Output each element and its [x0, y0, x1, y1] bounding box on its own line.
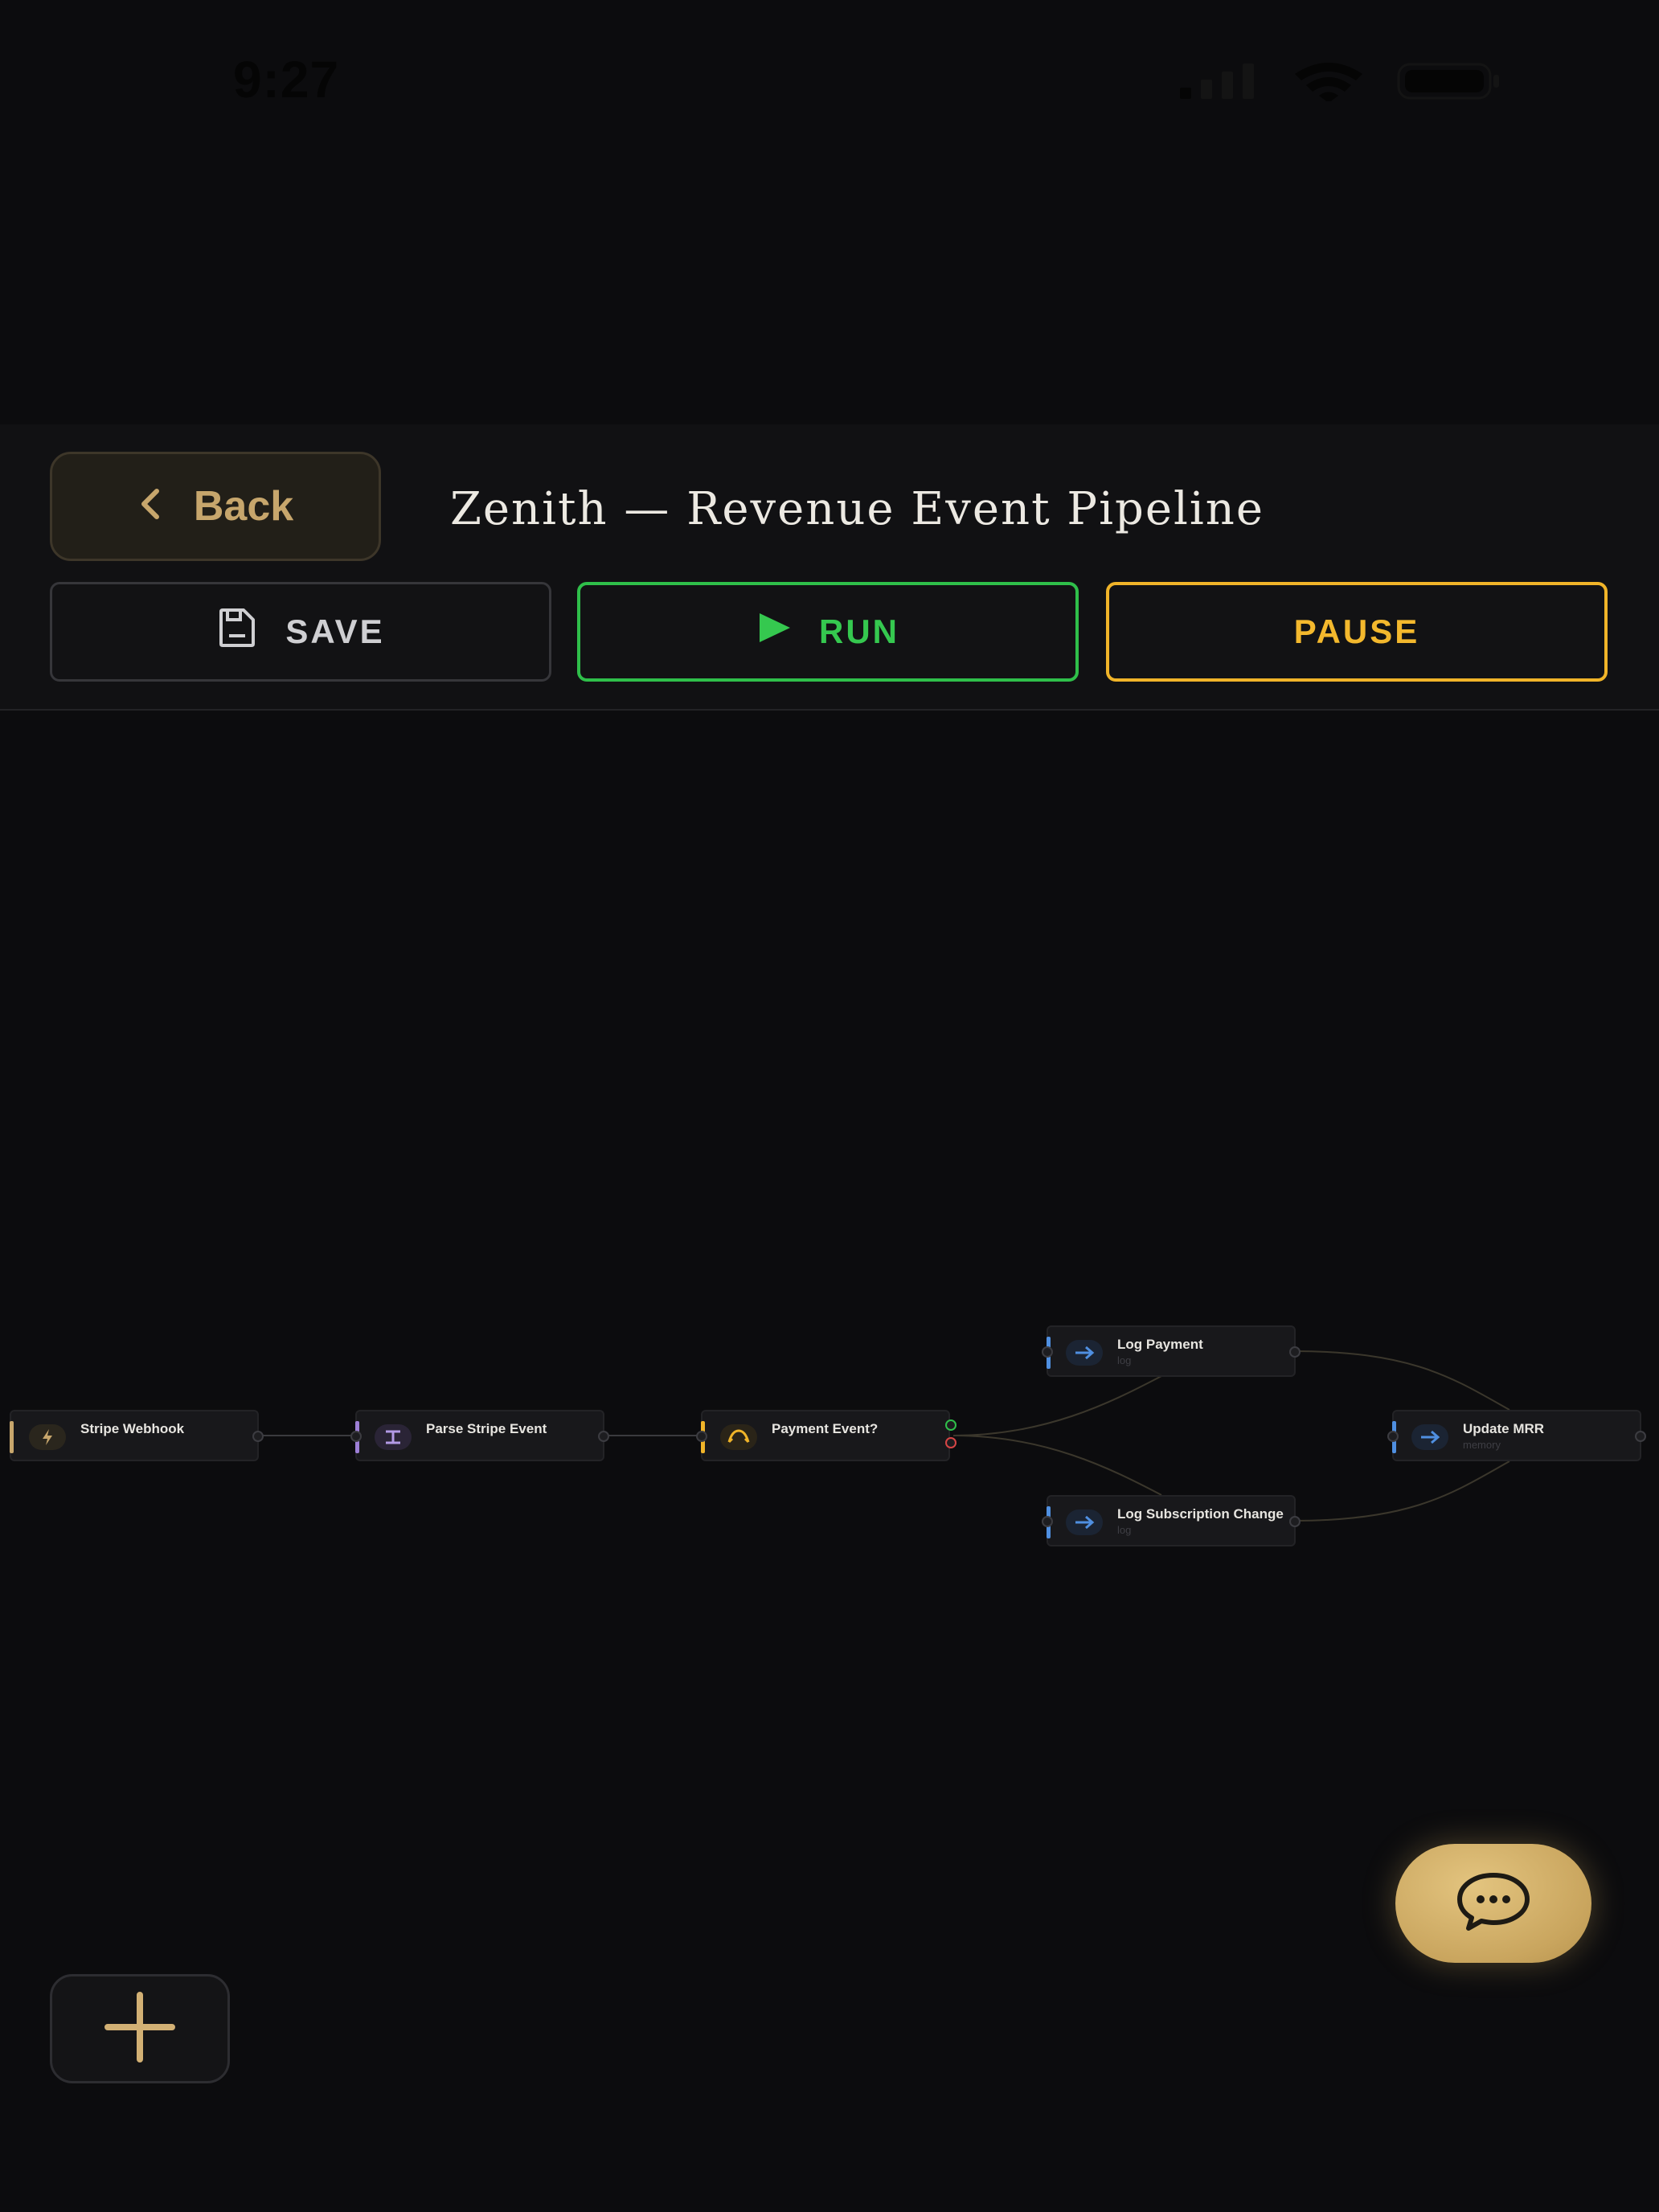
- node-label: Parse Stripe Event: [426, 1421, 547, 1436]
- page-title: Zenith — Revenue Event Pipeline: [450, 483, 1264, 535]
- status-icons: [1180, 61, 1501, 105]
- pause-button[interactable]: PAUSE: [1106, 582, 1608, 682]
- node-parse-stripe-event[interactable]: Parse Stripe Event: [350, 1410, 609, 1461]
- parse-icon: [375, 1424, 412, 1450]
- workflow-canvas[interactable]: Stripe Webhook Parse Stripe Event Paymen…: [0, 712, 1659, 2212]
- arrow-right-icon: [1066, 1340, 1103, 1366]
- input-port[interactable]: [696, 1431, 707, 1442]
- app-screen: 9:27 Back Zenith — Revenue Event Pipelin…: [0, 0, 1659, 2212]
- input-port[interactable]: [1387, 1431, 1399, 1442]
- arrow-right-icon: [1066, 1509, 1103, 1535]
- node-type: log: [1117, 1354, 1132, 1366]
- edge-log-payment-to-mrr: [1293, 1350, 1510, 1411]
- save-file-icon: [216, 607, 258, 657]
- wifi-icon: [1292, 61, 1365, 105]
- edge-log-subscription-to-mrr: [1293, 1460, 1510, 1522]
- plus-icon: [101, 1989, 178, 2070]
- output-port[interactable]: [1289, 1346, 1301, 1358]
- edge-condition-to-log-payment: [952, 1375, 1162, 1436]
- chat-bubble-icon: [1455, 1870, 1532, 1937]
- node-label: Stripe Webhook: [80, 1421, 185, 1436]
- workflow-header: Back Zenith — Revenue Event Pipeline SAV…: [0, 424, 1659, 711]
- input-port[interactable]: [1042, 1516, 1053, 1527]
- play-icon: [756, 612, 792, 652]
- output-port[interactable]: [1289, 1516, 1301, 1527]
- node-label: Payment Event?: [772, 1421, 879, 1436]
- node-label: Log Subscription Change: [1117, 1506, 1284, 1522]
- node-label: Log Payment: [1117, 1337, 1203, 1352]
- node-log-subscription-change[interactable]: Log Subscription Change log: [1042, 1495, 1301, 1546]
- node-update-mrr[interactable]: Update MRR memory: [1387, 1410, 1646, 1461]
- false-output-port[interactable]: [945, 1437, 956, 1448]
- output-port[interactable]: [1635, 1431, 1646, 1442]
- node-payment-event-condition[interactable]: Payment Event?: [696, 1410, 956, 1461]
- node-log-payment[interactable]: Log Payment log: [1042, 1325, 1301, 1377]
- branch-icon: [720, 1424, 757, 1450]
- add-node-button[interactable]: [50, 1974, 230, 2083]
- arrow-right-icon: [1411, 1424, 1448, 1450]
- save-label: SAVE: [285, 612, 385, 650]
- save-button[interactable]: SAVE: [50, 582, 551, 682]
- node-accent-bar: [10, 1421, 14, 1453]
- chevron-left-icon: [137, 482, 162, 530]
- battery-icon: [1397, 61, 1501, 105]
- input-port[interactable]: [1042, 1346, 1053, 1358]
- edge-condition-to-log-subscription: [952, 1435, 1162, 1496]
- back-label: Back: [193, 483, 294, 530]
- lightning-icon: [29, 1424, 66, 1450]
- cellular-signal-icon: [1180, 63, 1260, 103]
- pause-label: PAUSE: [1293, 612, 1420, 650]
- node-label: Update MRR: [1463, 1421, 1545, 1436]
- node-type: memory: [1463, 1439, 1501, 1451]
- run-label: RUN: [819, 612, 899, 650]
- output-port[interactable]: [252, 1431, 264, 1442]
- true-output-port[interactable]: [945, 1419, 956, 1431]
- input-port[interactable]: [350, 1431, 362, 1442]
- node-stripe-webhook[interactable]: Stripe Webhook: [10, 1410, 264, 1461]
- back-button[interactable]: Back: [50, 452, 381, 561]
- workflow-edges: [259, 1350, 1510, 1522]
- run-button[interactable]: RUN: [577, 582, 1079, 682]
- status-time: 9:27: [233, 51, 340, 109]
- output-port[interactable]: [598, 1431, 609, 1442]
- chat-button[interactable]: [1395, 1844, 1591, 1963]
- node-type: log: [1117, 1524, 1132, 1536]
